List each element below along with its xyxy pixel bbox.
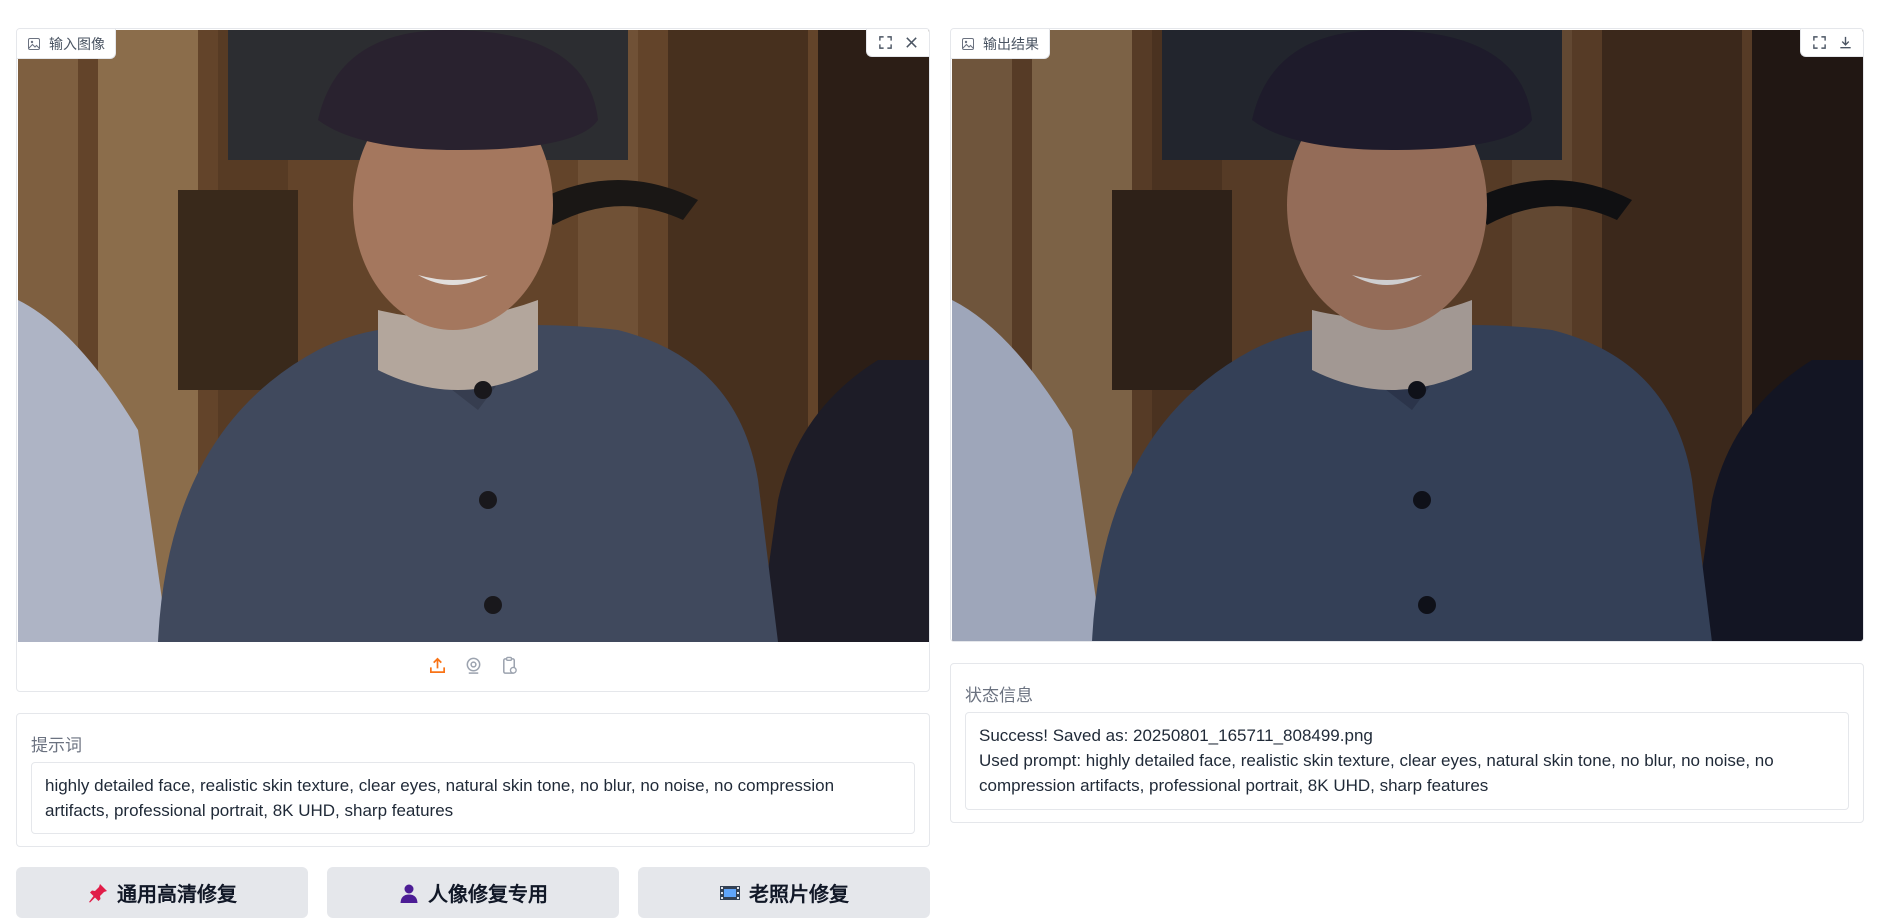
- output-image-panel[interactable]: 输出结果: [950, 28, 1864, 642]
- upload-icon[interactable]: [425, 654, 449, 678]
- download-icon[interactable]: [1833, 31, 1857, 55]
- input-image-label: 输入图像: [17, 29, 116, 59]
- fullscreen-icon[interactable]: [873, 31, 897, 55]
- general-hd-restore-label: 通用高清修复: [117, 884, 237, 906]
- general-hd-restore-button[interactable]: 通用高清修复: [16, 867, 308, 918]
- input-photo: [18, 30, 929, 642]
- status-label: 状态信息: [965, 686, 1033, 705]
- status-panel: 状态信息 Success! Saved as: 20250801_165711_…: [950, 663, 1864, 823]
- pushpin-icon: [89, 883, 107, 902]
- input-image-tools: [866, 29, 929, 57]
- output-image-tools: [1800, 29, 1863, 57]
- old-photo-restore-button[interactable]: 老照片修复: [638, 867, 930, 918]
- output-photo: [952, 30, 1863, 641]
- portrait-restore-label: 人像修复专用: [428, 884, 548, 906]
- status-output[interactable]: Success! Saved as: 20250801_165711_80849…: [965, 712, 1849, 810]
- input-image-title: 输入图像: [49, 35, 105, 52]
- upload-source-bar: [17, 640, 929, 691]
- film-icon: [720, 885, 740, 900]
- image-icon: [962, 37, 974, 50]
- image-icon: [28, 37, 40, 50]
- input-image-panel[interactable]: 输入图像: [16, 28, 930, 692]
- portrait-restore-button[interactable]: 人像修复专用: [327, 867, 619, 918]
- prompt-input[interactable]: highly detailed face, realistic skin tex…: [31, 762, 915, 834]
- prompt-panel: 提示词 highly detailed face, realistic skin…: [16, 713, 930, 847]
- close-icon[interactable]: [899, 31, 923, 55]
- person-icon: [400, 884, 418, 903]
- webcam-icon[interactable]: [461, 654, 485, 678]
- status-line-2: Used prompt: highly detailed face, reali…: [979, 751, 1774, 795]
- old-photo-restore-label: 老照片修复: [749, 884, 849, 906]
- output-image-title: 输出结果: [983, 35, 1039, 52]
- output-image-label: 输出结果: [951, 29, 1050, 59]
- clipboard-icon[interactable]: [497, 654, 521, 678]
- fullscreen-icon[interactable]: [1807, 31, 1831, 55]
- prompt-label: 提示词: [31, 736, 82, 755]
- status-line-1: Success! Saved as: 20250801_165711_80849…: [979, 726, 1373, 745]
